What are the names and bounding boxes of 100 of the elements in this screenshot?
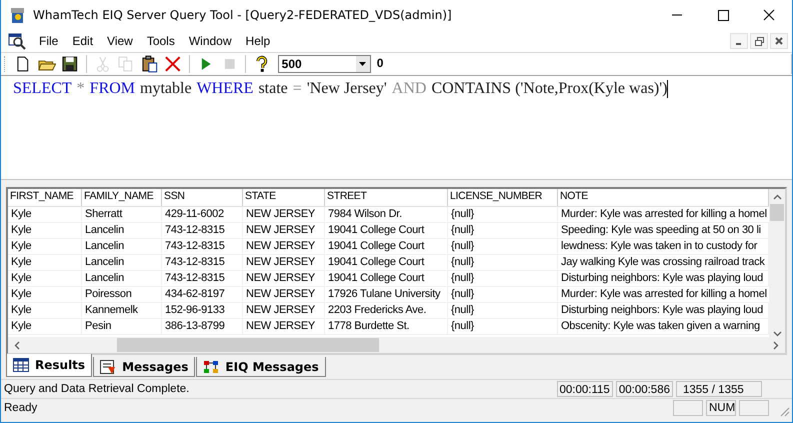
key-indicator: NUM xyxy=(706,400,736,416)
table-cell: {null} xyxy=(448,207,558,222)
scroll-thumb[interactable] xyxy=(117,338,379,352)
table-cell: Kyle xyxy=(8,207,82,222)
close-button[interactable] xyxy=(770,33,788,49)
scroll-thumb[interactable] xyxy=(770,204,784,221)
window-title: WhamTech EIQ Server Query Tool - [Query2-FEDERATED_VDS(admin)] xyxy=(33,8,452,22)
table-cell: 2203 Fredericks Ave. xyxy=(325,303,448,318)
query-token: 'New Jersey' xyxy=(306,80,387,98)
table-cell: Kannemelk xyxy=(82,303,162,318)
query-token: state xyxy=(258,80,288,98)
restore-button[interactable] xyxy=(750,33,768,49)
column-header[interactable]: STREET xyxy=(325,189,448,206)
table-cell: NEW JERSEY xyxy=(243,239,325,254)
table-cell: {null} xyxy=(448,271,558,286)
table-cell: NEW JERSEY xyxy=(243,271,325,286)
vertical-scrollbar[interactable] xyxy=(769,189,785,337)
scroll-down-icon[interactable] xyxy=(772,331,782,337)
table-cell: 1778 Burdette St. xyxy=(325,319,448,334)
table-cell: Lancelin xyxy=(82,239,162,254)
column-header[interactable]: STATE xyxy=(243,189,325,206)
table-cell: Kyle xyxy=(8,319,82,334)
message-icon xyxy=(100,360,116,374)
diagram-icon xyxy=(203,360,220,374)
table-cell: 19041 College Court xyxy=(325,223,448,238)
close-icon xyxy=(775,37,783,45)
menu-item[interactable]: Edit xyxy=(65,34,100,48)
results-tab[interactable]: EIQ Messages xyxy=(196,357,326,377)
menu-item[interactable]: Help xyxy=(238,34,278,48)
app-icon xyxy=(9,6,27,24)
results-tab[interactable]: Messages xyxy=(93,357,196,377)
table-cell: Lancelin xyxy=(82,223,162,238)
table-cell: Kyle xyxy=(8,223,82,238)
table-cell: 17926 Tulane University xyxy=(325,287,448,302)
table-cell: Lancelin xyxy=(82,271,162,286)
restore-icon xyxy=(754,36,764,46)
query-token: = xyxy=(292,80,302,98)
row-limit-dropdown[interactable]: 500 xyxy=(278,55,371,73)
menu-item[interactable]: Window xyxy=(182,34,239,48)
query-token: WHERE xyxy=(196,80,254,98)
status-panel: 00:00:586 xyxy=(616,381,673,397)
table-cell: 743-12-8315 xyxy=(162,255,243,270)
table-icon xyxy=(13,358,29,372)
query-token: mytable xyxy=(140,80,192,98)
table-cell: Lancelin xyxy=(82,255,162,270)
minimize-button[interactable] xyxy=(730,33,748,49)
table-cell: NEW JERSEY xyxy=(243,319,325,334)
column-header[interactable]: FIRST_NAME xyxy=(8,189,82,206)
table-cell: {null} xyxy=(448,239,558,254)
table-cell: NEW JERSEY xyxy=(243,287,325,302)
table-cell: 743-12-8315 xyxy=(162,239,243,254)
table-cell: 19041 College Court xyxy=(325,271,448,286)
row-count-field[interactable]: 0 xyxy=(374,54,792,74)
status-panel xyxy=(739,400,769,416)
paste-icon[interactable] xyxy=(140,54,160,74)
save-icon[interactable] xyxy=(60,54,80,74)
column-header[interactable]: LICENSE_NUMBER xyxy=(448,189,558,206)
table-cell: NEW JERSEY xyxy=(243,255,325,270)
table-cell: 19041 College Court xyxy=(325,239,448,254)
table-cell: Poiresson xyxy=(82,287,162,302)
menu-item[interactable]: View xyxy=(100,34,140,48)
query-token: * xyxy=(76,80,85,98)
table-cell: 429-11-6002 xyxy=(162,207,243,222)
table-cell: Kyle xyxy=(8,303,82,318)
table-cell: NEW JERSEY xyxy=(243,207,325,222)
table-cell: 386-13-8799 xyxy=(162,319,243,334)
scroll-up-icon[interactable] xyxy=(772,194,782,200)
menu-item[interactable]: File xyxy=(32,34,66,48)
scroll-left-icon[interactable] xyxy=(14,340,20,350)
table-cell: 743-12-8315 xyxy=(162,223,243,238)
query-editor[interactable]: SELECT * FROM mytable WHERE state = 'New Jersey' AND CONTAINS ('Note,Prox(Kyle was)') xyxy=(1,76,792,180)
status-panel: 00:00:115 xyxy=(556,381,613,397)
table-cell: 152-96-9133 xyxy=(162,303,243,318)
query-token: SELECT xyxy=(13,80,72,98)
horizontal-scrollbar[interactable] xyxy=(8,337,785,353)
resize-grip-icon[interactable] xyxy=(778,405,790,417)
table-cell: {null} xyxy=(448,255,558,270)
query-token: CONTAINS ('Note,Prox(Kyle was)') xyxy=(431,80,668,98)
status-panel: 1355 / 1355 xyxy=(676,381,762,397)
status-panel xyxy=(673,400,703,416)
status-text: Ready xyxy=(3,402,38,414)
table-cell: {null} xyxy=(448,223,558,238)
table-cell: NEW JERSEY xyxy=(243,303,325,318)
query-token: AND xyxy=(392,80,426,98)
table-cell: 19041 College Court xyxy=(325,255,448,270)
table-cell: Kyle xyxy=(8,287,82,302)
table-cell: {null} xyxy=(448,319,558,334)
table-cell: 434-62-8197 xyxy=(162,287,243,302)
status-message: Query and Data Retrieval Complete. xyxy=(3,383,190,395)
table-cell: 743-12-8315 xyxy=(162,271,243,286)
table-cell: Sherratt xyxy=(82,207,162,222)
table-cell: NEW JERSEY xyxy=(243,223,325,238)
query-token: FROM xyxy=(90,80,136,98)
table-cell: Pesin xyxy=(82,319,162,334)
scroll-right-icon[interactable] xyxy=(773,340,779,350)
results-tab[interactable]: Results xyxy=(6,354,92,377)
table-cell: 7984 Wilson Dr. xyxy=(325,207,448,222)
menu-item[interactable]: Tools xyxy=(140,34,182,48)
column-header[interactable]: FAMILY_NAME xyxy=(82,189,162,206)
column-header[interactable]: SSN xyxy=(162,189,243,206)
